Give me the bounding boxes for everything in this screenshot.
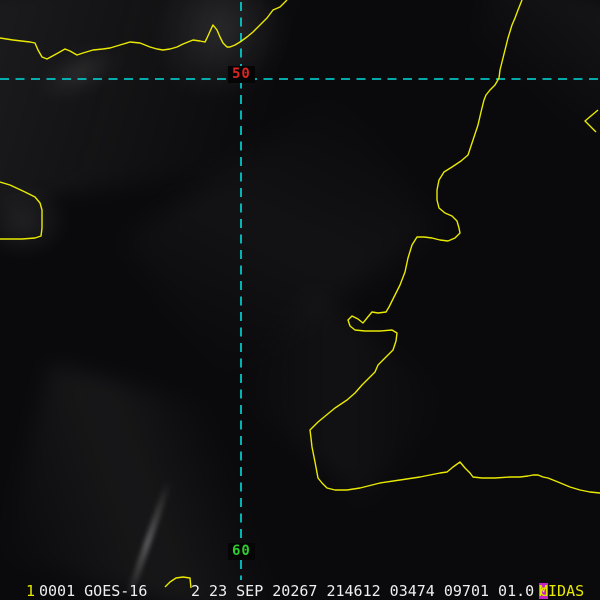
map-grid-overlay xyxy=(0,0,600,589)
status-bar: 1 0001 GOES-16 2 23 SEP 20267 214612 034… xyxy=(0,583,600,600)
frame-number: 1 xyxy=(26,582,36,600)
dataset-label: 0001 GOES-16 xyxy=(39,582,148,600)
brand-text: cIDAS xyxy=(539,582,585,600)
coastline-left-peninsula xyxy=(0,181,43,240)
coastline-right xyxy=(309,0,600,494)
longitude-label-60: 60 xyxy=(228,543,255,560)
coastline-right-edge-chevron xyxy=(584,109,599,133)
satellite-image-canvas[interactable]: 50 60 1 0001 GOES-16 2 23 SEP 20267 2146… xyxy=(0,0,600,600)
latitude-label-50: 50 xyxy=(228,66,255,83)
image-time-info: 2 23 SEP 20267 214612 03474 09701 01.0 xyxy=(191,582,535,600)
coastline-top xyxy=(0,0,288,60)
